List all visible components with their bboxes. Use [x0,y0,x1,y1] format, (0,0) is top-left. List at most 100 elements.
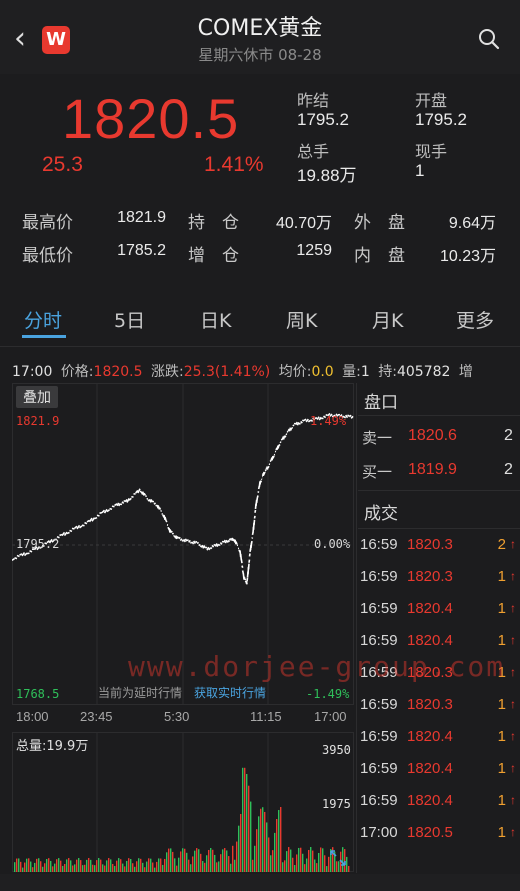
oi-increase-value: 1259 [296,242,332,259]
price-line-segment [241,565,244,568]
divider [358,528,520,529]
volume-bar [154,867,156,872]
volume-bar [210,848,212,872]
trade-price: 1820.5 [407,824,453,841]
x-tick: 5:30 [164,709,190,724]
y-axis-mid-label: 1795.2 [16,537,60,551]
trade-row: 17:00 1820.5 1 ↑ [360,824,518,856]
trade-price: 1820.3 [407,568,453,585]
trade-time: 16:59 [360,568,398,585]
price-line-segment [153,502,157,505]
info-inc-label: 增 [458,364,473,380]
volume-bar [76,859,78,872]
volume-bar [304,864,306,872]
tab-5day[interactable]: 5日 [114,306,145,333]
tab-more[interactable]: 更多 [456,306,494,333]
expand-icon[interactable] [328,848,348,868]
volume-bar [32,867,34,872]
volume-bar [110,859,112,872]
trade-qty: 1 [497,696,506,713]
price-line-segment [269,460,272,463]
price-line-segment [170,530,173,533]
trade-time: 16:59 [360,632,398,649]
price-line-segment [91,517,96,522]
volume-bar [226,850,228,872]
trade-row: 16:59 1820.3 1 ↑ [360,696,518,728]
volume-bar [152,862,154,872]
volume-bar [192,856,194,872]
active-tab-indicator [22,335,66,338]
volume-bar [96,860,98,872]
side-divider [356,383,357,873]
price-line-segment [211,544,215,548]
overlay-button[interactable]: 叠加 [16,386,58,408]
volume-bar [208,849,210,872]
volume-bar [132,863,134,872]
up-arrow-icon: ↑ [510,761,516,775]
ask-qty: 2 [504,427,513,444]
current-volume-value: 1 [415,161,425,180]
volume-bar [322,848,324,872]
total-volume-label: 总手 [297,142,330,161]
info-avg: 0.0 [311,364,334,380]
tab-monthly-k[interactable]: 月K [372,306,403,333]
price-line-segment [188,539,191,543]
volume-bar [260,808,262,872]
price-line-segment [213,543,216,547]
volume-bar [290,849,292,872]
volume-bar [228,856,230,872]
tab-daily-k[interactable]: 日K [200,306,231,333]
open-interest-label: 持 仓 [188,213,239,233]
current-volume-label: 现手 [415,142,448,161]
volume-bar [142,862,144,872]
price-line-segment [254,509,257,513]
price-line-segment [201,544,205,549]
volume-bar [112,863,114,872]
volume-bar [70,860,72,872]
volume-bar [266,822,268,872]
volume-bar [86,859,88,872]
volume-bar [82,865,84,872]
volume-bar [38,858,40,872]
price-line-segment [251,537,254,539]
open-interest-value: 40.70万 [275,215,332,232]
volume-bar [124,866,126,872]
price-line-segment [303,418,307,422]
trade-qty: 1 [497,632,506,649]
price-line-segment [285,433,288,436]
price-line-segment [305,418,309,423]
volume-bar [26,858,28,872]
volume-bar [136,861,138,872]
price-line-segment [272,455,275,459]
volume-bar [316,863,318,872]
price-line-segment [208,547,211,551]
trade-qty: 2 [497,536,506,553]
volume-bar [104,865,106,872]
search-icon[interactable] [478,28,500,50]
price-line-segment [23,552,28,557]
price-line-segment [240,559,243,564]
divider [358,415,520,416]
volume-bar [230,863,232,872]
volume-bar [62,865,64,872]
volume-bar [130,859,132,872]
volume-bar [60,860,62,872]
volume-bar [296,854,298,872]
trade-qty: 1 [497,600,506,617]
price-line-segment [245,581,248,585]
order-book-title: 盘口 [364,393,398,413]
up-arrow-icon: ↑ [510,665,516,679]
trade-price: 1820.4 [407,632,453,649]
realtime-link[interactable]: 获取实时行情 [194,684,266,701]
volume-bar [186,852,188,872]
volume-bar [178,857,180,872]
tab-weekly-k[interactable]: 周K [286,306,317,333]
up-arrow-icon: ↑ [510,697,516,711]
price-line-segment [226,540,229,543]
trade-price: 1820.4 [407,728,453,745]
price-line-segment [250,542,253,549]
volume-bar [310,847,312,872]
volume-axis-mid: 1975 [322,797,351,811]
tab-intraday[interactable]: 分时 [24,306,62,333]
trade-time: 16:59 [360,536,398,553]
